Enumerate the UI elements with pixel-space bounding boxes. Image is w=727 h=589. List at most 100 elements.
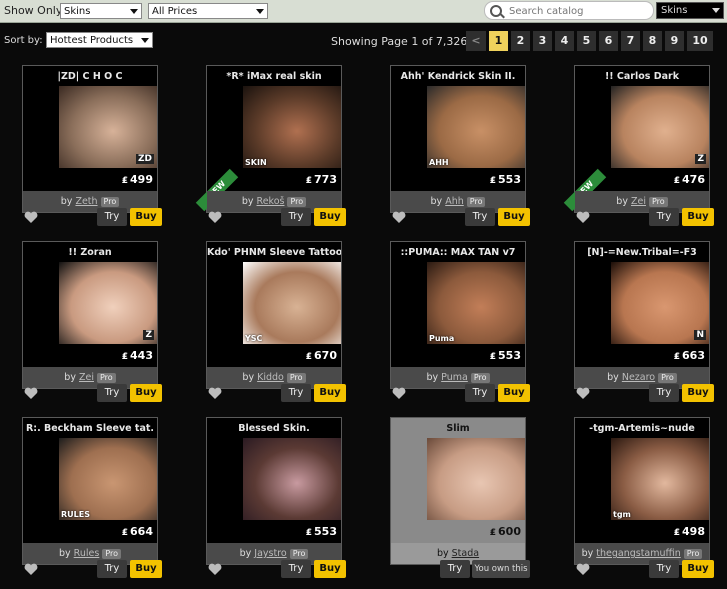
pager-page-10[interactable]: 10: [687, 31, 713, 51]
buy-button[interactable]: Buy: [314, 560, 346, 578]
creator-link[interactable]: Rules: [74, 548, 100, 559]
product-card[interactable]: R:. Beckham Sleeve tat. RULES ₤ 664 by Rules…: [22, 417, 158, 565]
price-select[interactable]: All Prices: [148, 3, 268, 19]
creator-link[interactable]: Kiddo: [257, 372, 284, 383]
product-title[interactable]: *R* iMax real skin: [207, 71, 341, 82]
buy-button[interactable]: Buy: [682, 208, 714, 226]
try-button[interactable]: Try: [649, 560, 679, 578]
product-title[interactable]: Kdo' PHNM Sleeve Tattoos: [207, 247, 341, 258]
pager-page-4[interactable]: 4: [555, 31, 574, 51]
try-button[interactable]: Try: [281, 560, 311, 578]
heart-icon[interactable]: [24, 211, 38, 223]
product-card[interactable]: Blessed Skin. ₤ 553 by Jaystro Pro: [206, 417, 342, 565]
try-button[interactable]: Try: [465, 384, 495, 402]
product-title[interactable]: Slim: [391, 423, 525, 434]
buy-button[interactable]: Buy: [498, 208, 530, 226]
search-input[interactable]: [507, 3, 651, 20]
try-button[interactable]: Try: [440, 560, 470, 578]
creator-link[interactable]: Ahh: [445, 196, 464, 207]
product-title[interactable]: Blessed Skin.: [207, 423, 341, 434]
product-thumbnail[interactable]: YSC: [243, 262, 341, 344]
product-thumbnail[interactable]: N: [611, 262, 709, 344]
creator-link[interactable]: Puma: [441, 372, 468, 383]
product-title[interactable]: R:. Beckham Sleeve tat.: [23, 423, 157, 434]
product-thumbnail[interactable]: Z: [59, 262, 157, 344]
product-title[interactable]: !! Zoran: [23, 247, 157, 258]
product-card[interactable]: !! Carlos Dark Z NEW ₤ 476 by Zei Pro: [563, 65, 710, 213]
try-button[interactable]: Try: [649, 384, 679, 402]
buy-button[interactable]: Buy: [130, 560, 162, 578]
creator-link[interactable]: Zei: [631, 196, 646, 207]
product-thumbnail[interactable]: [243, 438, 341, 520]
product-card[interactable]: [N]-=New.Tribal=-F3 N ₤ 663 by Nezaro Pro: [574, 241, 710, 389]
sort-select[interactable]: Hottest Products: [46, 32, 153, 48]
pager-page-5[interactable]: 5: [577, 31, 596, 51]
pro-badge: Pro: [100, 196, 120, 207]
product-card[interactable]: ::PUMA:: MAX TAN v7 Puma ₤ 553 by Puma Pro: [390, 241, 526, 389]
search-icon[interactable]: [490, 5, 502, 17]
product-card[interactable]: *R* iMax real skin SKIN NEW ₤ 773 by Rekoš Pro: [195, 65, 342, 213]
product-title[interactable]: !! Carlos Dark: [575, 71, 709, 82]
try-button[interactable]: Try: [281, 384, 311, 402]
product-thumbnail[interactable]: tgm: [611, 438, 709, 520]
product-title[interactable]: ::PUMA:: MAX TAN v7: [391, 247, 525, 258]
pager-page-2[interactable]: 2: [511, 31, 530, 51]
product-card[interactable]: Slim ₤ 600 by Stada: [390, 417, 526, 565]
product-title[interactable]: -tgm-Artemis~nude: [575, 423, 709, 434]
category-select[interactable]: Skins: [60, 3, 142, 19]
product-thumbnail[interactable]: RULES: [59, 438, 157, 520]
try-button[interactable]: Try: [97, 208, 127, 226]
buy-button[interactable]: Buy: [682, 384, 714, 402]
pager-page-9[interactable]: 9: [665, 31, 684, 51]
pager-prev-button[interactable]: <: [466, 31, 486, 51]
product-thumbnail[interactable]: Z: [611, 86, 709, 168]
heart-icon[interactable]: [576, 387, 590, 399]
product-card[interactable]: Ahh' Kendrick Skin II. AHH ₤ 553 by Ahh Pro: [390, 65, 526, 213]
buy-button[interactable]: Buy: [314, 208, 346, 226]
creator-link[interactable]: Stada: [452, 548, 479, 559]
pager-page-3[interactable]: 3: [533, 31, 552, 51]
heart-icon[interactable]: [208, 211, 222, 223]
heart-icon[interactable]: [392, 211, 406, 223]
product-card[interactable]: -tgm-Artemis~nude tgm ₤ 498 by thegangstamuf…: [574, 417, 710, 565]
heart-icon[interactable]: [208, 563, 222, 575]
buy-button[interactable]: Buy: [130, 208, 162, 226]
product-thumbnail[interactable]: ZD: [59, 86, 157, 168]
buy-button[interactable]: Buy: [498, 384, 530, 402]
buy-button[interactable]: Buy: [682, 560, 714, 578]
product-thumbnail[interactable]: AHH: [427, 86, 525, 168]
product-title[interactable]: Ahh' Kendrick Skin II.: [391, 71, 525, 82]
product-title[interactable]: [N]-=New.Tribal=-F3: [575, 247, 709, 258]
search-scope-select[interactable]: Skins: [656, 2, 724, 19]
product-card[interactable]: Kdo' PHNM Sleeve Tattoos YSC ₤ 670 by Kiddo P…: [206, 241, 342, 389]
creator-link[interactable]: Jaystro: [254, 548, 286, 559]
try-button[interactable]: Try: [97, 384, 127, 402]
heart-icon[interactable]: [24, 387, 38, 399]
heart-icon[interactable]: [576, 211, 590, 223]
heart-icon[interactable]: [576, 563, 590, 575]
product-title[interactable]: |ZD| C H O C: [23, 71, 157, 82]
product-thumbnail[interactable]: Puma: [427, 262, 525, 344]
product-card[interactable]: |ZD| C H O C ZD ₤ 499 by Zeth Pro: [22, 65, 158, 213]
try-button[interactable]: Try: [465, 208, 495, 226]
creator-link[interactable]: thegangstamuffin: [596, 548, 680, 559]
heart-icon[interactable]: [392, 387, 406, 399]
product-card[interactable]: !! Zoran Z ₤ 443 by Zei Pro: [22, 241, 158, 389]
try-button[interactable]: Try: [649, 208, 679, 226]
pager-page-8[interactable]: 8: [643, 31, 662, 51]
buy-button[interactable]: Buy: [130, 384, 162, 402]
buy-button[interactable]: Buy: [314, 384, 346, 402]
try-button[interactable]: Try: [97, 560, 127, 578]
pager-page-1[interactable]: 1: [489, 31, 508, 51]
pager-page-7[interactable]: 7: [621, 31, 640, 51]
product-thumbnail[interactable]: [427, 438, 525, 520]
try-button[interactable]: Try: [281, 208, 311, 226]
creator-link[interactable]: Rekoš: [257, 196, 285, 207]
creator-link[interactable]: Zei: [79, 372, 94, 383]
pager-page-6[interactable]: 6: [599, 31, 618, 51]
product-thumbnail[interactable]: SKIN: [243, 86, 341, 168]
creator-link[interactable]: Zeth: [75, 196, 97, 207]
heart-icon[interactable]: [208, 387, 222, 399]
heart-icon[interactable]: [24, 563, 38, 575]
creator-link[interactable]: Nezaro: [622, 372, 655, 383]
